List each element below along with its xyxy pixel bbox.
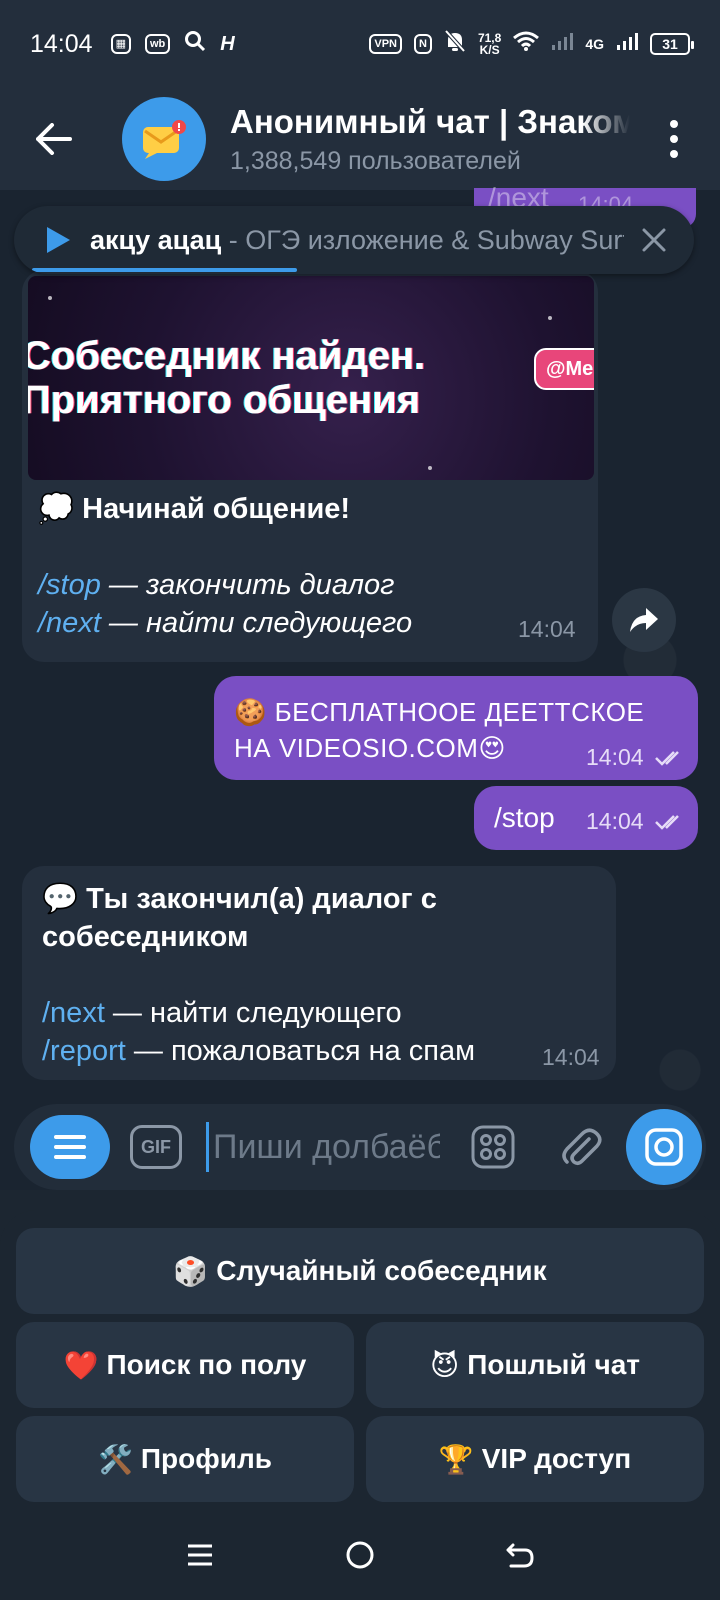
back-arrow-icon[interactable]: [22, 107, 86, 171]
thought-bubble-emoji: 💭: [38, 493, 75, 525]
banner-line-1: Собеседник найден.: [28, 334, 426, 378]
battery-icon: 31: [650, 33, 694, 55]
wifi-icon: [513, 31, 540, 57]
net-speed: 71,8 K/S: [478, 32, 501, 56]
devil-emoji: 😈: [429, 1349, 460, 1381]
banner-video[interactable]: Собеседник найден. Приятного общения @Me: [28, 276, 594, 480]
status-bar: 14:04 ▦ wb H VPN N 71,8 K/S 4G 31: [0, 0, 720, 88]
next-command-desc: — найти следующего: [104, 997, 402, 1029]
message-envelope-icon: [143, 120, 186, 159]
star-dot: [548, 316, 552, 320]
trophy-emoji: 🏆: [438, 1443, 474, 1475]
message-text: 💬 Ты закончил(а) диалог с собеседником /…: [42, 880, 522, 1070]
home-circle-icon[interactable]: [340, 1535, 380, 1575]
message-composer: GIF: [14, 1104, 706, 1190]
audio-player-bar[interactable]: акцу ацац - ОГЭ изложение & Subway Surfe…: [14, 206, 694, 274]
share-forward-icon[interactable]: [612, 588, 676, 652]
next-command-desc: — найти следующего: [100, 607, 413, 639]
next-command-link[interactable]: /next: [38, 607, 101, 639]
members-count: 1,388,549 пользователей: [230, 146, 521, 175]
lewd-chat-label: Пошлый чат: [467, 1349, 640, 1380]
report-command-link[interactable]: /report: [42, 1035, 126, 1067]
bot-reply-keyboard: 🎲 Случайный собеседник ❤️ Поиск по полу …: [0, 1210, 720, 1510]
player-subtitle: - ОГЭ изложение & Subway Surfers: [221, 224, 624, 255]
vip-access-button[interactable]: 🏆 VIP доступ: [366, 1416, 704, 1502]
play-icon[interactable]: [44, 225, 72, 255]
message-time: 14:04: [542, 1044, 600, 1070]
vip-access-label: VIP доступ: [481, 1443, 632, 1474]
gender-search-button[interactable]: ❤️ Поиск по полу: [16, 1322, 354, 1408]
message-input[interactable]: [206, 1122, 440, 1172]
random-chat-button[interactable]: 🎲 Случайный собеседник: [16, 1228, 704, 1314]
message-time: 14:04: [518, 616, 576, 642]
message-time: 14:04: [586, 808, 644, 834]
report-command-desc: — пожаловаться на спам: [125, 1035, 476, 1067]
banner-line-2: Приятного общения: [28, 378, 421, 422]
system-navigation-bar: [0, 1510, 720, 1600]
sim-icon: ▦: [110, 34, 131, 54]
outgoing-message-text: /stop: [494, 802, 555, 833]
chat-title: Анонимный чат | Знакомства: [230, 102, 630, 140]
paperclip-icon[interactable]: [556, 1122, 606, 1172]
banner-text: Собеседник найден. Приятного общения: [28, 334, 582, 422]
mute-bell-icon: [444, 29, 466, 59]
hashtag-app-icon: H: [220, 32, 235, 55]
outgoing-message[interactable]: /stop 14:04: [474, 786, 698, 850]
player-title: акцу ацац: [90, 224, 222, 255]
camera-video-note-icon[interactable]: [626, 1109, 702, 1185]
signal-icon: [616, 31, 638, 57]
stop-command-desc: — закончить диалог: [100, 569, 395, 601]
bot-message-found[interactable]: Собеседник найден. Приятного общения @Me…: [22, 270, 598, 662]
battery-level: 31: [662, 36, 678, 52]
tools-emoji: 🛠️: [98, 1443, 133, 1475]
banner-badge: @Me: [534, 348, 594, 390]
dice-emoji: 🎲: [173, 1255, 209, 1287]
search-icon: [184, 30, 206, 58]
read-ticks-icon: [655, 751, 679, 766]
heart-emoji: ❤️: [63, 1349, 99, 1381]
speech-bubble-emoji: 💬: [42, 883, 79, 915]
random-chat-label: Случайный собеседник: [216, 1255, 547, 1286]
star-dot: [48, 296, 52, 300]
back-nav-icon[interactable]: [500, 1535, 540, 1575]
player-track[interactable]: акцу ацац - ОГЭ изложение & Subway Surfe…: [90, 225, 624, 256]
gender-search-label: Поиск по полу: [106, 1349, 307, 1380]
more-menu-icon[interactable]: [664, 107, 684, 171]
close-icon[interactable]: [634, 220, 674, 260]
chat-header: Анонимный чат | Знакомства 1,388,549 пол…: [0, 88, 720, 190]
message-text: 💭 Начинай общение! /stop — закончить диа…: [38, 490, 412, 642]
stop-command-link[interactable]: /stop: [38, 569, 101, 601]
bot-menu-button[interactable]: [30, 1115, 110, 1179]
nfc-icon: N: [414, 34, 432, 54]
message-heading: Ты закончил(а) диалог с собеседником: [42, 883, 437, 953]
chat-avatar[interactable]: [122, 97, 206, 181]
keyboard-grid-icon[interactable]: [468, 1122, 518, 1172]
vpn-icon: VPN: [369, 34, 402, 54]
star-dot: [428, 466, 432, 470]
profile-button[interactable]: 🛠️ Профиль: [16, 1416, 354, 1502]
network-type: 4G: [585, 36, 604, 52]
profile-label: Профиль: [140, 1443, 272, 1474]
chat-header-info[interactable]: Анонимный чат | Знакомства 1,388,549 пол…: [230, 103, 630, 176]
next-command-link[interactable]: /next: [42, 997, 105, 1029]
recents-menu-icon[interactable]: [180, 1535, 220, 1575]
read-ticks-icon: [655, 815, 679, 830]
lewd-chat-button[interactable]: 😈 Пошлый чат: [366, 1322, 704, 1408]
message-time: 14:04: [586, 744, 644, 770]
wb-app-icon: wb: [144, 34, 171, 54]
player-progress: [32, 268, 297, 272]
message-heading: Начинай общение!: [82, 493, 351, 525]
outgoing-message[interactable]: 🍪 БЕСПЛАТНООЕ ДЕЕТТСКОЕ НА VIDEOSIO.COM😍…: [214, 676, 698, 780]
bot-message-ended[interactable]: 💬 Ты закончил(а) диалог с собеседником /…: [22, 866, 616, 1080]
net-speed-unit: K/S: [479, 43, 500, 57]
status-time: 14:04: [30, 29, 93, 58]
gif-button[interactable]: GIF: [130, 1125, 182, 1169]
signal-empty-icon: [551, 31, 574, 57]
